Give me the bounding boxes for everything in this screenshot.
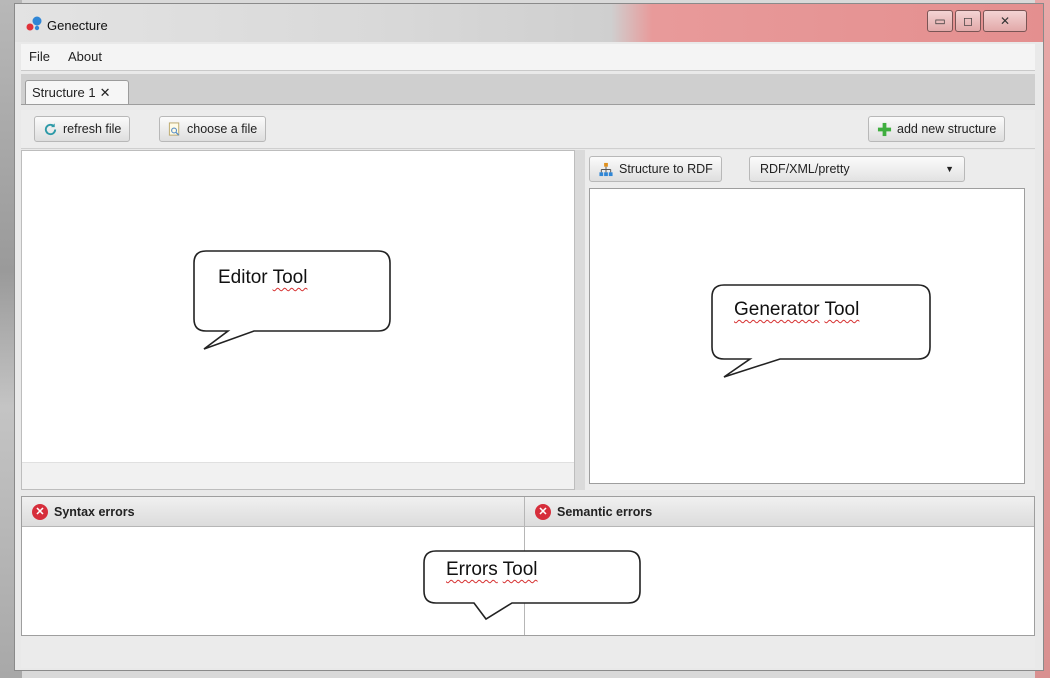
error-icon: ✕ (535, 504, 551, 520)
callout-word: Tool (824, 299, 860, 320)
add-new-structure-button[interactable]: add new structure (868, 116, 1006, 142)
semantic-errors-header: ✕ Semantic errors (525, 497, 1034, 527)
app-logo-icon (26, 16, 42, 31)
refresh-file-label: refresh file (63, 122, 122, 136)
hierarchy-icon (599, 163, 613, 177)
callout-word: Errors (446, 559, 498, 580)
menu-about[interactable]: About (68, 49, 102, 64)
refresh-icon (44, 123, 57, 136)
generator-output-area[interactable]: Generator Tool (589, 188, 1025, 484)
semantic-errors-title: Semantic errors (557, 505, 653, 519)
window-title: Genecture (47, 18, 108, 33)
tab-label: Structure 1 (32, 85, 96, 100)
callout-word: Tool (502, 559, 538, 580)
rdf-format-select[interactable]: RDF/XML/pretty ▼ (749, 156, 965, 182)
syntax-errors-title: Syntax errors (54, 505, 135, 519)
editor-area[interactable]: Editor Tool (21, 150, 575, 490)
errors-panel: ✕ Syntax errors ✕ Semantic errors Errors… (21, 496, 1035, 636)
status-bar (21, 636, 1035, 668)
pane-splitter[interactable] (575, 150, 585, 490)
dropdown-caret-icon: ▼ (945, 164, 954, 174)
editor-footer (22, 462, 574, 489)
plus-icon (877, 123, 892, 137)
minimize-button[interactable]: ▭ (927, 10, 953, 32)
close-window-button[interactable]: ✕ (983, 10, 1027, 32)
tab-close-icon[interactable]: ✕ (100, 85, 111, 100)
choose-file-label: choose a file (187, 122, 258, 136)
tab-strip: Structure 1 ✕ (21, 74, 1035, 105)
generator-tool-label: Generator Tool (734, 299, 859, 321)
choose-file-button[interactable]: choose a file (159, 116, 267, 142)
callout-word: Generator (734, 299, 820, 320)
callout-word: Tool (272, 267, 308, 288)
generator-pane: Structure to RDF RDF/XML/pretty ▼ Genera… (585, 150, 1035, 490)
add-new-structure-label: add new structure (897, 122, 997, 136)
refresh-file-button[interactable]: refresh file (34, 116, 131, 142)
file-search-icon (168, 122, 180, 136)
menu-bar: File About (21, 44, 1035, 71)
callout-word: Editor (218, 267, 268, 288)
editor-tool-label: Editor Tool (218, 267, 307, 289)
toolbar: refresh file choose a file add new struc… (21, 110, 1035, 149)
tab-structure-1[interactable]: Structure 1 ✕ (25, 80, 129, 104)
structure-to-rdf-label: Structure to RDF (619, 162, 713, 176)
errors-tool-label: Errors Tool (446, 559, 538, 581)
title-bar[interactable]: Genecture ▭ ◻ ✕ (15, 4, 1043, 42)
menu-file[interactable]: File (29, 49, 50, 64)
rdf-format-value: RDF/XML/pretty (760, 162, 850, 176)
syntax-errors-header: ✕ Syntax errors (22, 497, 524, 527)
error-icon: ✕ (32, 504, 48, 520)
maximize-button[interactable]: ◻ (955, 10, 981, 32)
structure-to-rdf-button[interactable]: Structure to RDF (589, 156, 722, 182)
app-window: Genecture ▭ ◻ ✕ File About Structure 1 ✕ … (14, 3, 1044, 671)
speech-bubble-shape (193, 250, 391, 350)
